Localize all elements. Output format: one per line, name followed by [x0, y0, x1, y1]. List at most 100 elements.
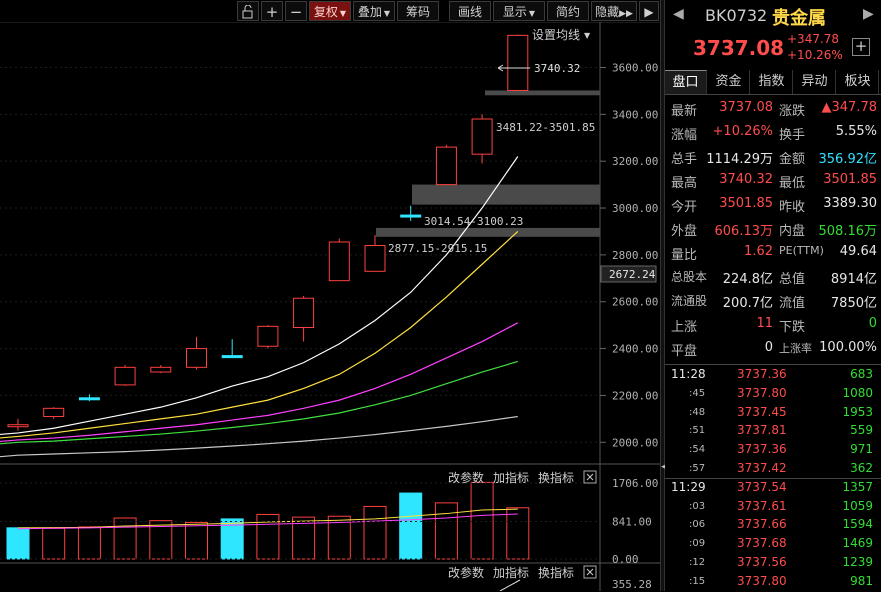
- candle: [257, 325, 279, 349]
- volume-bar: [42, 527, 66, 560]
- tick-row: :06 3737.66 1594: [665, 516, 881, 535]
- quote-label: 流通股: [671, 294, 708, 308]
- chips-button[interactable]: 筹码: [397, 1, 439, 21]
- candle: [471, 114, 493, 164]
- candle: [43, 407, 65, 419]
- tick-price: 3737.61: [737, 498, 787, 513]
- gap-label-2: 3014.54-3100.23: [424, 215, 523, 228]
- quote-label: 金额: [779, 152, 806, 167]
- quote-value: 356.92亿: [818, 152, 878, 167]
- current-price-label: 2672.24: [609, 268, 656, 281]
- tab-4[interactable]: 板块: [837, 70, 879, 94]
- display-button[interactable]: 显示 ▼: [493, 1, 545, 21]
- tick-time: :48: [689, 406, 706, 418]
- pane3-y-tick: 355.28: [612, 578, 652, 591]
- y-tick-label: 2000.00: [612, 436, 658, 449]
- high-marker-label: 3740.32: [534, 62, 580, 75]
- tick-volume: 981: [850, 573, 873, 588]
- tab-1[interactable]: 资金: [708, 70, 750, 94]
- tick-price: 3737.80: [737, 385, 787, 400]
- quote-label: 上涨: [671, 320, 698, 335]
- candle: [186, 336, 207, 370]
- quote-label: 总股本: [671, 270, 708, 284]
- quote-value: 7850亿: [830, 296, 877, 311]
- quote-label: 涨幅: [671, 128, 698, 143]
- volume-bar: [399, 492, 423, 560]
- vol-add-indicator-link[interactable]: 加指标: [493, 470, 529, 485]
- simple-button[interactable]: 简约: [547, 1, 589, 21]
- volume-bar: [470, 481, 494, 560]
- tick-price: 3737.68: [737, 536, 787, 551]
- pane3-switch-indicator-link[interactable]: 换指标: [538, 565, 574, 580]
- quote-label: 总手: [671, 152, 698, 167]
- quote-label: 涨跌: [779, 104, 806, 119]
- candle: [7, 418, 29, 431]
- tick-volume: 1357: [842, 479, 873, 494]
- prev-stock-icon[interactable]: ◀: [673, 6, 684, 22]
- volume-bar: [363, 505, 387, 560]
- zoom-in-icon[interactable]: +: [261, 1, 283, 21]
- overlay-button[interactable]: 叠加 ▼: [353, 1, 395, 21]
- tick-volume: 683: [850, 367, 873, 381]
- candle: [293, 295, 315, 342]
- ma-settings-link[interactable]: 设置均线: [532, 28, 580, 42]
- quote-row: 最高 3740.32 最低 3501.85: [665, 169, 881, 193]
- tick-row: :57 3737.42 362: [665, 460, 881, 479]
- quote-label: 量比: [671, 248, 698, 263]
- tab-3[interactable]: 异动: [794, 70, 836, 94]
- pane3-modify-params-link[interactable]: 改参数: [448, 565, 484, 580]
- last-price: 3737.08: [693, 36, 785, 60]
- tick-volume: 362: [850, 461, 873, 475]
- kline-chart[interactable]: 3600.00 3400.00 3200.00 3000.00 2800.00 2600.…: [0, 22, 660, 591]
- quote-value: 224.8亿: [722, 272, 773, 287]
- add-watchlist-icon[interactable]: +: [852, 38, 870, 56]
- price-change: +347.78: [787, 32, 840, 46]
- tick-row: :09 3737.68 1469: [665, 535, 881, 554]
- tick-row: 11:29 3737.54 1357: [665, 477, 881, 498]
- volume-bar: [506, 507, 530, 560]
- quote-label: 外盘: [671, 224, 698, 239]
- candle: [435, 144, 457, 186]
- y-tick-label: 2600.00: [612, 296, 658, 309]
- collapse-panel-icon[interactable]: ▶: [639, 1, 659, 21]
- quote-value: 606.13万: [714, 224, 774, 239]
- quote-value: 3737.08: [719, 100, 773, 115]
- draw-line-button[interactable]: 画线: [449, 1, 491, 21]
- price-change-pct: +10.26%: [787, 48, 843, 62]
- tick-time: 11:28: [671, 367, 706, 381]
- quote-value: 3501.85: [823, 172, 877, 187]
- tick-time: :06: [689, 519, 706, 531]
- quote-label: 流值: [779, 296, 806, 311]
- tab-2[interactable]: 指数: [751, 70, 793, 94]
- quote-value: +10.26%: [712, 124, 773, 139]
- zoom-out-icon[interactable]: −: [285, 1, 307, 21]
- candle: [364, 234, 386, 272]
- vol-modify-params-link[interactable]: 改参数: [448, 470, 484, 485]
- gap-band: [376, 227, 600, 237]
- quote-label: 换手: [779, 128, 806, 143]
- quote-row: 最新 3737.08 涨跌 ▲347.78: [665, 97, 881, 121]
- tick-time: :54: [689, 444, 706, 456]
- ma-line-4: [0, 415, 518, 458]
- tick-price: 3737.42: [737, 461, 787, 475]
- volume-bar: [434, 502, 458, 560]
- tick-time: :09: [689, 538, 706, 550]
- quote-label: 总值: [779, 272, 806, 287]
- quote-label: 最高: [671, 176, 698, 191]
- quote-value: 11: [756, 316, 773, 331]
- tab-0[interactable]: 盘口: [665, 70, 707, 94]
- adjust-button[interactable]: 复权 ▼: [309, 1, 351, 21]
- ma-line-3: [0, 360, 518, 445]
- quote-row: 流通股 200.7亿 流值 7850亿: [665, 289, 881, 313]
- tick-volume: 1469: [842, 536, 873, 551]
- gap-label-1: 3481.22-3501.85: [496, 121, 595, 134]
- tick-time: :51: [689, 425, 706, 437]
- volume-bar: [6, 527, 30, 560]
- next-stock-icon[interactable]: ▶: [863, 6, 874, 22]
- pane3-add-indicator-link[interactable]: 加指标: [493, 565, 529, 580]
- vol-switch-indicator-link[interactable]: 换指标: [538, 470, 574, 485]
- lock-icon[interactable]: [237, 1, 259, 21]
- chart-toolbar: + − 复权 ▼ 叠加 ▼ 筹码 画线 显示 ▼ 简约 隐藏▶▶ ▶: [237, 0, 660, 22]
- hide-button[interactable]: 隐藏▶▶: [591, 1, 637, 21]
- vol-y-tick-label: 0.00: [612, 553, 639, 566]
